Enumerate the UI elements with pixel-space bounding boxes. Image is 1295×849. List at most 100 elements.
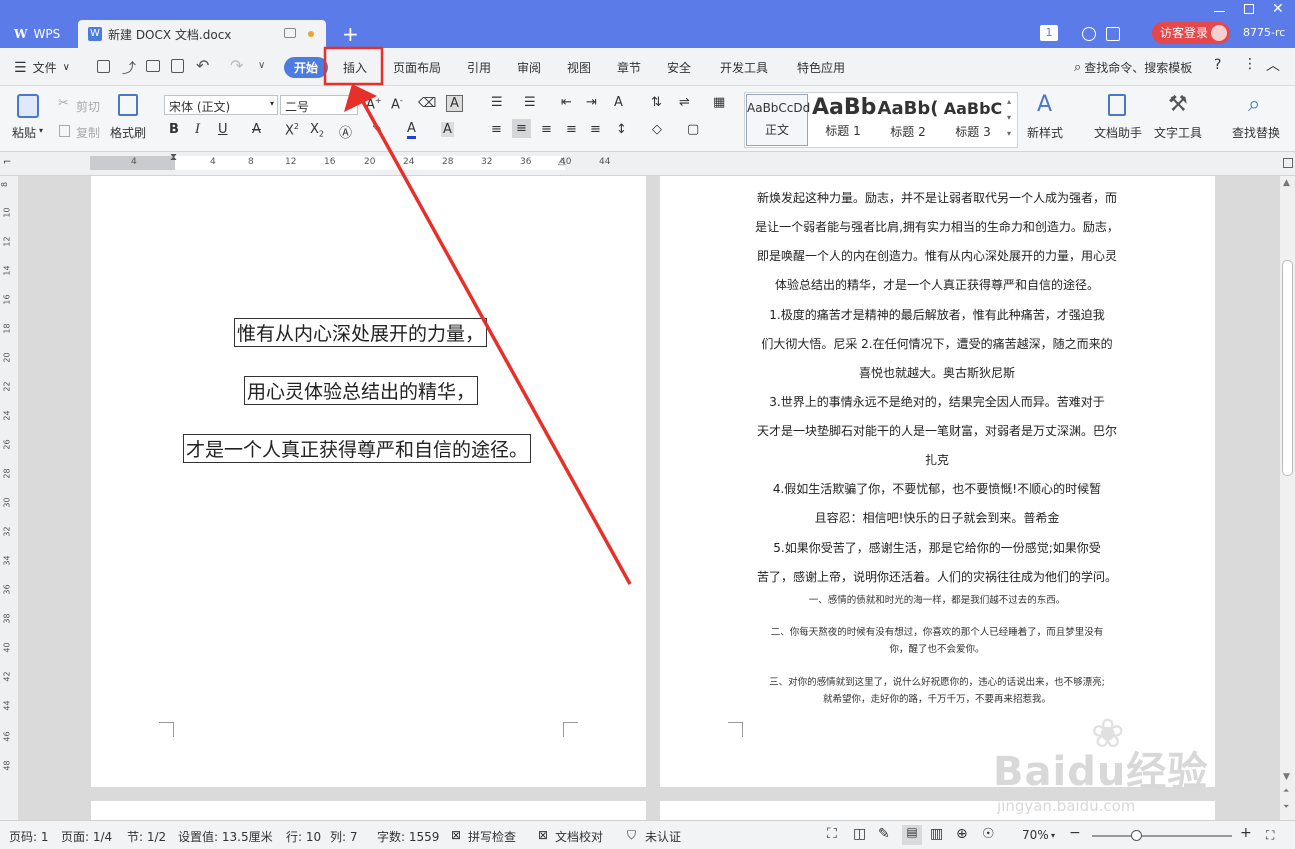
bullet-list-icon[interactable]: ☰: [491, 95, 503, 110]
document-workspace[interactable]: 惟有从内心深处展开的力量， 用心灵体验总结出的精华， 才是一个人真正获得尊严和自…: [18, 176, 1280, 820]
align-center-icon[interactable]: ≡: [512, 119, 531, 138]
vertical-scrollbar[interactable]: ▲ ▼ ⏶ ⏷: [1280, 176, 1295, 820]
new-style-button[interactable]: 新样式: [1027, 124, 1063, 141]
scroll-up-icon[interactable]: ▲: [1283, 178, 1290, 188]
status-section[interactable]: 节: 1/2: [127, 828, 166, 845]
edit-mode-icon[interactable]: ✎: [878, 826, 890, 842]
align-right-icon[interactable]: ≡: [541, 122, 552, 137]
subscript-icon[interactable]: X2: [310, 122, 324, 139]
paragraph-line[interactable]: 扎克: [742, 446, 1132, 475]
style-normal[interactable]: AaBbCcDd 正文: [746, 94, 810, 146]
indent-marker-icon[interactable]: ⧗: [170, 152, 177, 163]
numbered-list-icon[interactable]: ☰: [524, 95, 536, 110]
paragraph-line[interactable]: 即是唤醒一个人的内在创造力。惟有从内心深处展开的力量，用心灵: [742, 242, 1132, 271]
doc-helper-icon[interactable]: [1108, 94, 1126, 116]
help-icon[interactable]: ?: [1214, 57, 1221, 73]
small-paragraph-line[interactable]: 一、感情的债就和时光的海一样，都是我们越不过去的东西。: [742, 592, 1132, 609]
show-marks-icon[interactable]: ⇌: [679, 95, 690, 110]
grow-font-icon[interactable]: A+: [366, 96, 382, 112]
justify-icon[interactable]: ≡: [566, 122, 577, 137]
minimize-icon[interactable]: [1214, 11, 1225, 12]
line-spacing-icon[interactable]: ↕: [616, 122, 627, 137]
paragraph-line[interactable]: 5.如果你受苦了，感谢生活，那是它给你的一份感觉;如果你受: [742, 534, 1132, 563]
command-search[interactable]: ⌕ 查找命令、搜索模板: [1074, 59, 1192, 76]
tab-page-layout[interactable]: 页面布局: [393, 59, 441, 76]
border-icon[interactable]: ▢: [687, 122, 699, 137]
spell-check-button[interactable]: 拼写检查: [468, 828, 516, 845]
underline-icon[interactable]: U: [218, 122, 228, 137]
cut-button[interactable]: 剪切: [76, 98, 100, 115]
status-setting-value[interactable]: 设置值: 13.5厘米: [178, 828, 273, 845]
paragraph-line[interactable]: 体验总结出的精华，才是一个人真正获得尊严和自信的途径。: [742, 271, 1132, 300]
prev-page-icon[interactable]: ⏶: [1283, 786, 1289, 796]
tab-developer[interactable]: 开发工具: [720, 59, 768, 76]
page-right[interactable]: 新焕发起这种力量。励志，并不是让弱者取代另一个人成为强者，而 是让一个弱者能与强…: [660, 176, 1215, 787]
char-border-icon[interactable]: A: [446, 95, 463, 112]
status-row[interactable]: 行: 10: [286, 828, 321, 845]
font-name-select[interactable]: 宋体 (正文) ▾: [164, 95, 278, 115]
tab-security[interactable]: 安全: [667, 59, 691, 76]
horizontal-ruler[interactable]: ⌐ ⧗ △ 4 4 8 12 16 20 24 28 32 36 40 44: [0, 152, 1295, 176]
outline-view-icon[interactable]: ▥: [930, 826, 943, 842]
find-replace-icon[interactable]: ⌕: [1248, 92, 1260, 117]
tab-references[interactable]: 引用: [467, 59, 491, 76]
paragraph-line[interactable]: 天才是一块垫脚石对能干的人是一笔财富，对弱者是万丈深渊。巴尔: [742, 417, 1132, 446]
zoom-slider[interactable]: [1092, 830, 1232, 841]
doc-helper-button[interactable]: 文档助手: [1094, 124, 1142, 141]
certification-status[interactable]: 未认证: [645, 828, 681, 845]
align-left-icon[interactable]: ≡: [491, 122, 502, 137]
proofread-icon[interactable]: ⊠: [538, 828, 548, 842]
copy-icon[interactable]: [59, 125, 70, 137]
tab-special-apps[interactable]: 特色应用: [797, 59, 845, 76]
text-line-2[interactable]: 用心灵体验总结出的精华，: [244, 376, 479, 405]
distribute-icon[interactable]: ≡: [590, 122, 601, 137]
document-tab[interactable]: W 新建 DOCX 文档.docx: [78, 20, 326, 48]
collapse-ribbon-icon[interactable]: ︿: [1266, 55, 1280, 75]
zoom-in-icon[interactable]: +: [1240, 825, 1252, 841]
copy-button[interactable]: 复制: [76, 124, 100, 141]
ruler-toggle-icon[interactable]: [1283, 158, 1293, 168]
paragraph-line[interactable]: 们大彻大悟。尼采 2.在任何情况下，遭受的痛苦越深，随之而来的: [742, 330, 1132, 359]
tab-count-badge[interactable]: 1: [1040, 25, 1058, 41]
fullscreen-icon[interactable]: ⛶: [827, 826, 837, 842]
page-view-icon[interactable]: ▤: [902, 825, 922, 845]
page-next-left[interactable]: [91, 801, 646, 820]
format-painter-icon[interactable]: [118, 94, 138, 116]
clear-format-icon[interactable]: ⌫: [418, 96, 436, 111]
tab-review[interactable]: 审阅: [517, 59, 541, 76]
redo-icon[interactable]: ↷: [230, 56, 243, 75]
tab-home[interactable]: 开始: [284, 57, 329, 78]
zoom-dropdown-icon[interactable]: ▾: [1051, 831, 1055, 840]
highlight-icon[interactable]: ✎: [372, 122, 383, 137]
chinese-layout-icon[interactable]: A: [614, 95, 623, 110]
tab-view[interactable]: 视图: [567, 59, 591, 76]
text-tools-button[interactable]: 文字工具: [1154, 124, 1202, 141]
skin-icon[interactable]: [1082, 27, 1096, 41]
next-page-icon[interactable]: ⏷: [1283, 802, 1289, 812]
bold-icon[interactable]: B: [169, 122, 179, 137]
paragraph-line[interactable]: 新焕发起这种力量。励志，并不是让弱者取代另一个人成为强者，而: [742, 184, 1132, 213]
decrease-indent-icon[interactable]: ⇤: [561, 95, 572, 110]
print-icon[interactable]: [146, 60, 160, 72]
paragraph-line[interactable]: 喜悦也就越大。奥古斯狄尼斯: [742, 359, 1132, 388]
status-word-count[interactable]: 字数: 1559: [377, 828, 439, 845]
paste-icon[interactable]: [17, 94, 39, 118]
print-preview-icon[interactable]: [171, 59, 184, 73]
page-left[interactable]: 惟有从内心深处展开的力量， 用心灵体验总结出的精华， 才是一个人真正获得尊严和自…: [91, 176, 646, 787]
paragraph-line[interactable]: 苦了，感谢上帝，说明你还活着。人们的灾祸往往成为他们的学问。: [742, 563, 1132, 592]
small-paragraph-line[interactable]: 你，醒了也不会爱你。: [742, 641, 1132, 658]
spell-check-icon[interactable]: ⊠: [451, 828, 461, 842]
text-line-3[interactable]: 才是一个人真正获得尊严和自信的途径。: [183, 434, 532, 463]
table-icon[interactable]: ▦: [713, 95, 725, 110]
read-mode-icon[interactable]: ◫: [853, 826, 866, 842]
export-pdf-icon[interactable]: ⤴: [122, 58, 136, 78]
sort-icon[interactable]: ⇅: [651, 95, 662, 110]
small-paragraph-line[interactable]: 三、对你的感情就到这里了，说什么好祝愿你的，违心的话说出来，也不够漂亮;: [742, 674, 1132, 691]
scroll-down-icon[interactable]: ▼: [1283, 772, 1290, 782]
style-heading3[interactable]: AaBbC 标题 3: [942, 94, 1004, 146]
zoom-slider-thumb[interactable]: [1131, 830, 1142, 841]
shirt-icon[interactable]: [1106, 27, 1120, 41]
wps-home-tab[interactable]: W WPS: [14, 20, 74, 48]
web-view-icon[interactable]: ⊕: [956, 826, 968, 842]
paste-dropdown-icon[interactable]: ▾: [39, 126, 43, 135]
